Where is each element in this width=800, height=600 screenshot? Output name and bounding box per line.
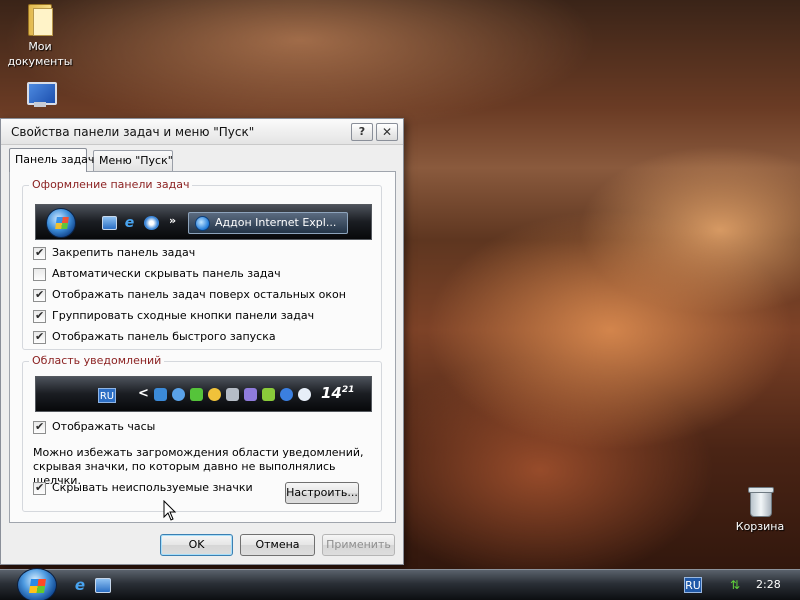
checkbox-label: Закрепить панель задач [52,246,196,259]
checkbox[interactable] [33,420,46,434]
help-icon [280,388,293,401]
group-title: Оформление панели задач [29,178,193,191]
group-title: Область уведомлений [29,354,165,367]
taskbar-clock[interactable]: 2:28 [756,578,781,591]
show-desktop-icon [102,216,117,230]
folder-icon [25,2,55,36]
ie-addon-icon [195,216,210,231]
dialog-titlebar[interactable]: Свойства панели задач и меню "Пуск" ? ✕ [1,119,403,145]
taskbar: e RU ⇅ 2:28 [0,568,800,600]
desktop-icon-computer[interactable] [2,80,78,113]
network-tray-icon[interactable]: ⇅ [730,578,740,592]
dialog-title: Свойства панели задач и меню "Пуск" [11,125,255,139]
battery-icon [262,388,275,401]
cancel-button[interactable]: Отмена [240,534,315,556]
taskbar-preview: e » Аддон Internet Expl... [35,204,372,240]
customize-button[interactable]: Настроить... [285,482,359,504]
language-indicator: RU [98,388,116,403]
tab-taskbar[interactable]: Панель задач [9,148,94,172]
taskbar-properties-dialog: Свойства панели задач и меню "Пуск" ? ✕ … [0,118,404,565]
checkbox[interactable] [33,288,46,302]
start-orb-icon [46,208,76,238]
ok-button[interactable]: OK [160,534,233,556]
network-icon [154,388,167,401]
checkbox-label: Отображать часы [52,420,156,433]
preview-task-button: Аддон Internet Expl... [188,212,348,234]
checkbox[interactable] [33,481,46,495]
checkbox[interactable] [33,268,46,281]
recycle-bin-icon [747,486,774,517]
messenger-icon [298,388,311,401]
checkbox[interactable] [33,309,46,323]
checkbox-label: Скрывать неиспользуемые значки [52,481,253,494]
checkbox-label: Группировать сходные кнопки панели задач [52,309,315,322]
security-icon [244,388,257,401]
tab-start-menu[interactable]: Меню "Пуск" [93,150,173,171]
chevron-icon: » [169,214,177,227]
checkbox[interactable] [33,246,46,260]
media-player-icon [144,216,159,230]
internet-explorer-icon: e [124,215,135,231]
volume-icon [190,388,203,401]
update-icon [208,388,221,401]
internet-explorer-icon[interactable]: e [72,578,88,593]
help-icon: ? [358,125,366,138]
start-button[interactable] [17,568,57,600]
tab-panel: Оформление панели задач e » Аддон Intern… [9,171,396,523]
checkbox[interactable] [33,330,46,344]
desktop-icon-label: Мои документы [7,40,73,68]
close-button[interactable]: ✕ [376,123,398,141]
pen-icon [226,388,239,401]
mouse-cursor-icon [163,500,177,521]
checkbox-label: Автоматически скрывать панель задач [52,267,281,280]
tray-preview: RU < 1421 [35,376,372,412]
checkbox-label: Отображать панель быстрого запуска [52,330,276,343]
checkbox-label: Отображать панель задач поверх остальных… [52,288,346,301]
help-button[interactable]: ? [351,123,373,141]
language-indicator[interactable]: RU [684,577,702,593]
close-icon: ✕ [381,125,393,139]
show-desktop-icon[interactable] [95,578,111,593]
desktop-icon-label: Корзина [735,520,785,533]
shield-icon [172,388,185,401]
apply-button[interactable]: Применить [322,534,395,556]
taskbar-appearance-group: Оформление панели задач e » Аддон Intern… [22,178,382,350]
desktop-icon-recycle-bin[interactable]: Корзина [722,486,798,534]
computer-icon [24,80,57,110]
expand-arrow-icon: < [138,386,149,401]
preview-clock: 1421 [321,384,355,402]
preview-task-label: Аддон Internet Expl... [215,216,337,229]
desktop-icon-my-documents[interactable]: Мои документы [2,2,78,69]
notification-area-group: Область уведомлений RU < 1421 Отображать… [22,354,382,512]
